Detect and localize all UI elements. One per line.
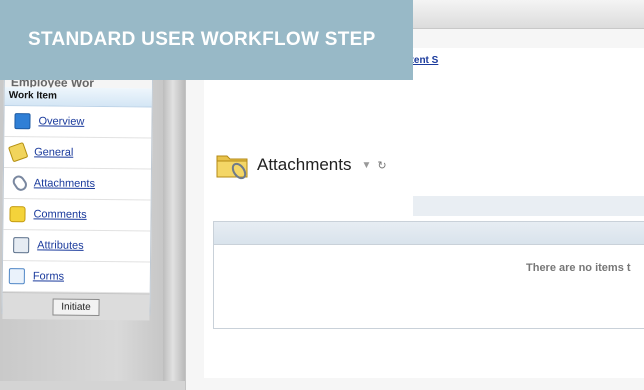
work-item-panel: Employee Wor Work Item Overview General … (1, 72, 153, 321)
nav-item-comments[interactable]: Comments (3, 199, 151, 232)
workflow-screen: Employee Wor Work Item Overview General … (0, 0, 644, 390)
nav-label-attachments[interactable]: Attachments (34, 177, 95, 190)
nav-item-forms[interactable]: Forms (2, 261, 151, 294)
initiate-button[interactable]: Initiate (52, 298, 100, 316)
chevron-down-icon[interactable]: ▼ (362, 160, 372, 171)
attachments-list: There are no items t (213, 221, 644, 329)
nav-item-overview[interactable]: Overview (4, 106, 152, 139)
paperclip-icon (10, 173, 30, 194)
nav-item-general[interactable]: General (3, 137, 152, 170)
nav-label-overview[interactable]: Overview (38, 115, 84, 127)
refresh-icon[interactable]: ↻ (377, 159, 386, 172)
work-item-heading: Work Item (4, 87, 152, 108)
banner-title: STANDARD USER WORKFLOW STEP (28, 29, 376, 50)
attachments-header: Attachments ▼ ↻ (215, 148, 387, 182)
list-column-header (214, 222, 644, 245)
nav-label-forms[interactable]: Forms (33, 270, 64, 282)
empty-list-message: There are no items t (526, 262, 631, 274)
attachments-title: Attachments (257, 155, 352, 174)
title-banner: STANDARD USER WORKFLOW STEP (0, 0, 413, 80)
overview-icon (14, 113, 31, 130)
nav-label-attributes[interactable]: Attributes (37, 239, 84, 251)
pencil-icon (7, 141, 29, 163)
nav-item-attributes[interactable]: Attributes (3, 230, 151, 263)
initiate-row: Initiate (2, 291, 150, 321)
comment-icon (9, 206, 26, 223)
top-toolbar-strip (413, 0, 644, 29)
form-icon (8, 268, 25, 285)
nav-label-general[interactable]: General (34, 146, 73, 158)
nav-label-comments[interactable]: Comments (33, 208, 86, 221)
list-toolbar (413, 196, 644, 216)
attributes-icon (13, 237, 30, 254)
nav-item-attachments[interactable]: Attachments (3, 168, 151, 201)
folder-attachment-icon (216, 155, 248, 180)
